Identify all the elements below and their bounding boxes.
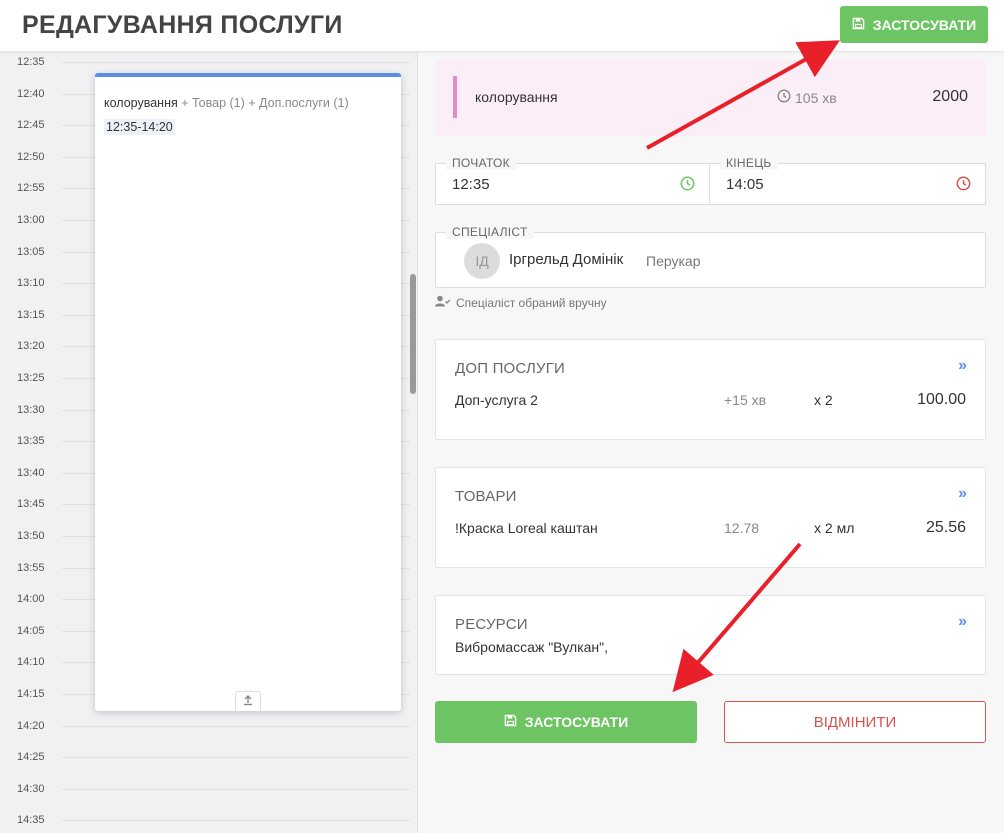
- goods-card: ТОВАРИ » !Краска Loreal каштан 12.78 x 2…: [435, 467, 986, 568]
- edit-form: колорування 105 хв 2000 ПОЧАТОК 12:35 КІ…: [418, 52, 1004, 833]
- apply-button[interactable]: ЗАСТОСУВАТИ: [435, 701, 697, 743]
- time-label: 13:00: [17, 214, 45, 226]
- specialist-field[interactable]: СПЕЦІАЛІСТ ІД Іргрельд Домінік Перукар: [435, 225, 986, 288]
- extra-qty: x 2: [814, 392, 833, 408]
- time-gridline: [62, 725, 410, 727]
- time-slot[interactable]: 14:25: [0, 751, 410, 783]
- time-label: 13:40: [17, 466, 45, 479]
- avatar: ІД: [464, 243, 500, 279]
- appointment-extras: + Товар (1) + Доп.послуги (1): [177, 96, 349, 110]
- double-chevron-right-icon[interactable]: »: [958, 613, 967, 631]
- end-time-field[interactable]: КІНЕЦЬ 14:05: [709, 156, 986, 205]
- time-label: 14:00: [17, 593, 45, 606]
- double-chevron-right-icon[interactable]: »: [958, 357, 967, 375]
- specialist-name: Іргрельд Домінік: [509, 251, 624, 268]
- service-price: 2000: [932, 88, 968, 105]
- clock-icon: [777, 89, 791, 106]
- resources-card: РЕСУРСИ » Вибромассаж "Вулкан",: [435, 595, 986, 675]
- extras-card: ДОП ПОСЛУГИ » Доп-услуга 2 +15 хв x 2 10…: [435, 339, 986, 440]
- time-gridline: [62, 62, 410, 63]
- goods-name: !Краска Loreal каштан: [455, 520, 598, 536]
- time-label: 14:25: [17, 751, 45, 764]
- specialist-note-text: Спеціаліст обраний вручну: [456, 295, 607, 310]
- extra-name: Доп-услуга 2: [455, 392, 538, 408]
- apply-button-top[interactable]: ЗАСТОСУВАТИ: [840, 6, 988, 43]
- time-label: 13:10: [17, 277, 45, 290]
- time-label: 12:40: [17, 87, 45, 100]
- extra-total: 100.00: [917, 391, 966, 408]
- goods-title: ТОВАРИ: [455, 488, 517, 505]
- time-label: 13:50: [17, 530, 45, 542]
- resources-title: РЕСУРСИ: [455, 616, 528, 633]
- save-icon: [852, 17, 865, 33]
- specialist-label: СПЕЦІАЛІСТ: [446, 225, 534, 239]
- apply-label: ЗАСТОСУВАТИ: [524, 714, 629, 730]
- page-title: РЕДАГУВАННЯ ПОСЛУГИ: [22, 11, 343, 39]
- service-name: колорування: [475, 89, 558, 105]
- time-slot[interactable]: 14:35: [0, 814, 410, 833]
- service-duration-value: 105 хв: [795, 89, 837, 106]
- start-time-field[interactable]: ПОЧАТОК 12:35: [435, 156, 710, 205]
- resources-value: Вибромассаж "Вулкан",: [455, 639, 609, 655]
- time-label: 14:20: [17, 719, 45, 732]
- clock-icon[interactable]: [956, 176, 971, 196]
- time-slot[interactable]: 14:20: [0, 720, 410, 752]
- calendar-pane: 12:35 12:40 12:45 12:50 12:55 13:00 13:05 13:10…: [0, 52, 418, 833]
- time-label: 13:35: [17, 435, 45, 448]
- service-color-bar: [453, 76, 457, 118]
- time-label: 13:25: [17, 372, 45, 384]
- header: РЕДАГУВАННЯ ПОСЛУГИ ЗАСТОСУВАТИ: [0, 0, 1004, 52]
- goods-total: 25.56: [925, 519, 966, 536]
- start-time-value: 12:35: [452, 176, 490, 193]
- time-slot[interactable]: 14:30: [0, 783, 410, 815]
- resize-handle[interactable]: [235, 691, 261, 711]
- goods-qty: x 2 мл: [814, 520, 855, 536]
- user-check-icon: [435, 295, 451, 310]
- cancel-button[interactable]: ВІДМІНИТИ: [724, 701, 986, 743]
- double-chevron-right-icon[interactable]: »: [958, 485, 967, 503]
- goods-price: 12.78: [724, 520, 760, 536]
- appointment-service: колорування: [104, 96, 178, 110]
- appointment-time-range: 12:35-14:20: [104, 119, 175, 135]
- time-gridline: [62, 788, 410, 790]
- time-label: 14:35: [17, 814, 45, 827]
- time-label: 14:30: [17, 782, 45, 795]
- time-gridline: [62, 820, 410, 822]
- appointment-card[interactable]: колорування + Товар (1) + Доп.послуги (1…: [95, 73, 401, 711]
- appointment-title: колорування + Товар (1) + Доп.послуги (1…: [104, 96, 349, 110]
- service-summary: колорування 105 хв 2000: [435, 60, 987, 136]
- end-time-label: КІНЕЦЬ: [720, 156, 778, 170]
- upload-arrow-icon: [242, 693, 254, 711]
- service-duration: 105 хв: [777, 89, 837, 106]
- time-label: 14:10: [17, 656, 45, 669]
- apply-label: ЗАСТОСУВАТИ: [872, 16, 977, 33]
- extras-title: ДОП ПОСЛУГИ: [455, 360, 566, 377]
- save-icon: [504, 714, 517, 730]
- time-gridline: [62, 757, 410, 759]
- time-label: 13:55: [17, 561, 45, 574]
- time-label: 13:15: [17, 308, 45, 321]
- end-time-value: 14:05: [726, 176, 764, 193]
- time-label: 14:15: [17, 688, 45, 700]
- time-label: 12:50: [17, 150, 45, 163]
- time-label: 14:05: [17, 624, 45, 637]
- scrollbar[interactable]: [410, 274, 416, 394]
- start-time-label: ПОЧАТОК: [446, 156, 516, 170]
- time-label: 12:35: [17, 56, 45, 68]
- time-label: 13:45: [17, 498, 45, 511]
- time-label: 13:20: [17, 340, 45, 353]
- time-label: 12:45: [17, 119, 45, 132]
- extra-time: +15 хв: [724, 392, 767, 408]
- clock-icon[interactable]: [680, 176, 695, 196]
- specialist-note: Спеціаліст обраний вручну: [435, 295, 607, 310]
- specialist-role: Перукар: [646, 253, 701, 269]
- time-label: 13:30: [17, 403, 45, 416]
- time-label: 13:05: [17, 245, 45, 258]
- time-label: 12:55: [17, 182, 45, 195]
